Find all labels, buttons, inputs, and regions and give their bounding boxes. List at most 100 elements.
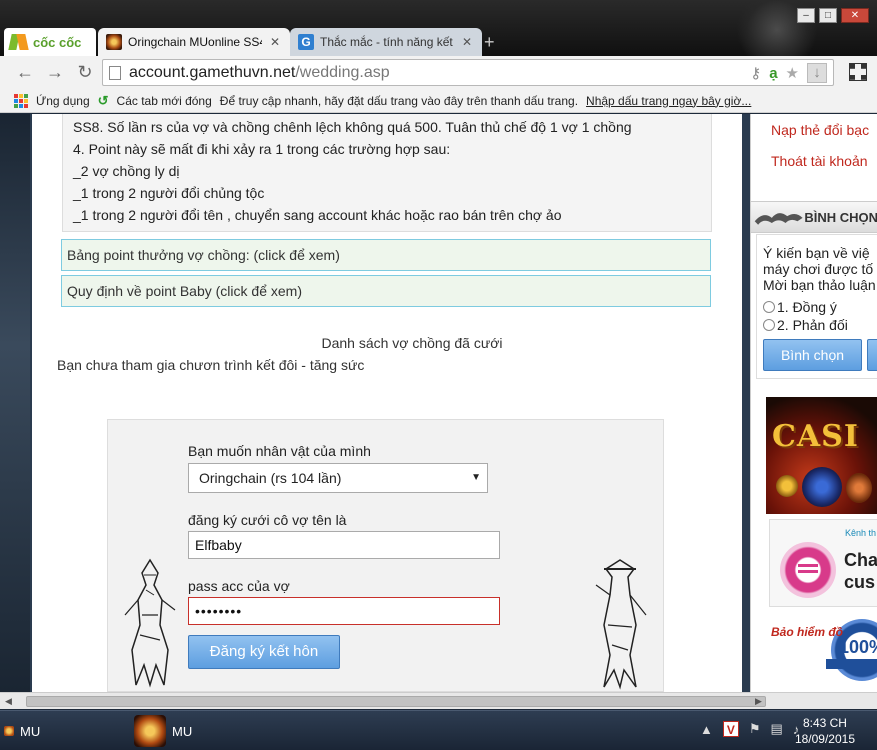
chat-bubble-icon	[780, 542, 836, 598]
clock-time: 8:43 CH	[802, 716, 847, 730]
antivirus-icon[interactable]: V	[722, 721, 739, 737]
poll-question-line: máy chơi được tố	[763, 261, 874, 277]
system-tray: ▲ V ⚑ ▤ ♪	[700, 721, 799, 737]
bookmarks-bar: Ứng dụng ↺ Các tab mới đóng Để truy cập …	[0, 89, 877, 113]
wife-name-label: đăng ký cưới cô vợ tên là	[188, 512, 347, 528]
mu-app-icon	[4, 726, 14, 736]
network-icon[interactable]: ▤	[771, 721, 783, 737]
warrior-sketch-right	[595, 559, 647, 690]
poll-option-label: 1. Đồng ý	[777, 299, 837, 315]
bookmark-apps[interactable]: Ứng dụng	[36, 94, 90, 108]
mu-favicon-icon	[106, 34, 122, 50]
tab-oringchain[interactable]: Oringchain MUonline SS4 ✕	[98, 28, 290, 56]
insurance-text: Bảo hiểm đồ	[771, 625, 844, 639]
logout-link[interactable]: Thoát tài khoản	[771, 153, 868, 169]
window-controls: – □ ✕	[797, 8, 869, 23]
url-host: account.gamethuvn.net	[129, 63, 296, 81]
minimize-icon[interactable]: –	[797, 8, 815, 23]
url-path: /wedding.asp	[295, 63, 390, 81]
reload-icon[interactable]: ↻	[70, 58, 100, 88]
page-viewport: SS8. Số lần rs của vợ và chồng chênh lệc…	[0, 114, 877, 692]
background-art	[0, 114, 30, 692]
address-bar[interactable]: account.gamethuvn.net/wedding.asp ⚷ ạ ★ …	[102, 59, 834, 86]
view-results-button[interactable]	[867, 339, 877, 371]
close-icon[interactable]: ✕	[460, 35, 474, 49]
apps-grid-icon[interactable]	[14, 93, 28, 108]
system-clock[interactable]: 8:43 CH 18/09/2015	[795, 715, 855, 747]
chat-channel-text: Kênh th	[845, 528, 877, 538]
scroll-left-icon[interactable]: ◀	[0, 693, 17, 710]
tab-thac-mac[interactable]: G Thắc mắc - tính năng kết h ✕	[290, 28, 482, 56]
insurance-banner[interactable]: Bảo hiểm đồ 100%	[771, 619, 877, 689]
character-art	[846, 473, 872, 503]
close-icon[interactable]: ✕	[268, 35, 282, 49]
action-center-icon[interactable]: ⚑	[749, 721, 761, 737]
poll-option-label: 2. Phản đối	[777, 317, 848, 333]
wife-pass-input[interactable]: ••••••••	[188, 597, 500, 625]
baby-points-toggle[interactable]: Quy định về point Baby (click để xem)	[61, 275, 711, 307]
chat-word: Cha	[844, 550, 877, 570]
new-tab-icon[interactable]: +	[484, 32, 495, 53]
dragon-icon	[754, 213, 803, 225]
warrior-sketch-left	[124, 558, 176, 688]
coccoc-extension-icon[interactable]: ạ	[769, 65, 777, 82]
poll-option-agree[interactable]: 1. Đồng ý	[763, 299, 877, 315]
key-icon[interactable]: ⚷	[750, 64, 761, 82]
casino-text: CASI	[772, 419, 859, 454]
poll-question-line: Mời bạn thảo luận	[763, 277, 876, 293]
browser-brand[interactable]: cốc cốc	[4, 28, 96, 56]
window-close-icon[interactable]: ✕	[841, 8, 869, 23]
wife-pass-label: pass acc của vợ	[188, 578, 290, 594]
g-favicon-icon: G	[298, 34, 314, 50]
poll-header: BÌNH CHỌN	[751, 201, 877, 233]
poll-option-disagree[interactable]: 2. Phản đối	[763, 317, 877, 333]
rule-line: _1 trong 2 người đổi chủng tộc	[73, 185, 265, 201]
top-up-link[interactable]: Nạp thẻ đổi bạc	[771, 122, 869, 138]
poll-question-line: Ý kiến bạn về việ	[763, 245, 870, 261]
page-icon	[109, 65, 121, 80]
seal-ribbon	[826, 659, 877, 669]
star-icon[interactable]: ★	[786, 64, 799, 82]
omnibox-icons: ⚷ ạ ★ ↓	[750, 63, 827, 83]
right-sidebar: Nạp thẻ đổi bạc Thoát tài khoản BÌNH CHỌ…	[750, 114, 877, 692]
maximize-icon[interactable]: □	[819, 8, 837, 23]
rule-line: _2 vợ chồng ly dị	[73, 163, 180, 179]
taskbar: MU MU ▲ V ⚑ ▤ ♪ 8:43 CH 18/09/2015	[0, 710, 877, 750]
bookmark-recent-tabs[interactable]: Các tab mới đóng	[117, 94, 212, 108]
taskbar-item-label: MU	[172, 723, 193, 739]
main-panel: SS8. Số lần rs của vợ và chồng chênh lệc…	[32, 114, 742, 692]
tab-bar: cốc cốc Oringchain MUonline SS4 ✕ G Thắc…	[0, 0, 877, 60]
back-arrow-icon[interactable]: ←	[10, 58, 40, 88]
recent-tabs-icon: ↺	[97, 92, 109, 108]
qr-code-icon[interactable]	[849, 63, 867, 81]
mu-app-icon	[134, 715, 166, 747]
chat-banner[interactable]: Kênh th Cha cus	[769, 519, 877, 607]
download-icon[interactable]: ↓	[807, 63, 827, 83]
character-select[interactable]: Oringchain (rs 104 lần) ▼	[188, 463, 488, 493]
tray-expand-icon[interactable]: ▲	[700, 722, 713, 737]
dropdown-arrow-icon: ▼	[471, 472, 481, 483]
couple-points-toggle[interactable]: Bảng point thưởng vợ chồng: (click để xe…	[61, 239, 711, 271]
taskbar-item-mu-2[interactable]: MU	[134, 714, 192, 748]
vote-button[interactable]: Bình chọn	[763, 339, 862, 371]
character-label: Bạn muốn nhân vật của mình	[188, 443, 371, 459]
import-bookmarks-link[interactable]: Nhập dấu trang ngay bây giờ...	[586, 94, 751, 108]
rule-line: SS8. Số lần rs của vợ và chồng chênh lệc…	[73, 119, 632, 135]
clock-date: 18/09/2015	[794, 732, 855, 746]
tab-title: Thắc mắc - tính năng kết h	[320, 35, 454, 49]
forward-arrow-icon[interactable]: →	[40, 58, 70, 88]
horizontal-scrollbar[interactable]: ◀ ▶	[0, 692, 877, 709]
coccoc-logo-icon	[8, 31, 30, 53]
casino-chip-icon	[776, 475, 798, 497]
radio-button[interactable]	[763, 301, 775, 313]
register-marriage-button[interactable]: Đăng ký kết hôn	[188, 635, 340, 669]
scroll-right-icon[interactable]: ▶	[750, 693, 767, 710]
wife-name-input[interactable]: Elfbaby	[188, 531, 500, 559]
radio-button[interactable]	[763, 319, 775, 331]
casino-banner[interactable]: CASI	[766, 397, 877, 514]
character-selected-value: Oringchain (rs 104 lần)	[199, 470, 342, 486]
scroll-thumb[interactable]	[26, 696, 766, 707]
rule-line: 4. Point này sẽ mất đi khi xảy ra 1 tron…	[73, 141, 451, 157]
taskbar-item-mu-1[interactable]: MU	[4, 714, 40, 748]
couples-list-title: Danh sách vợ chồng đã cưới	[321, 335, 503, 351]
